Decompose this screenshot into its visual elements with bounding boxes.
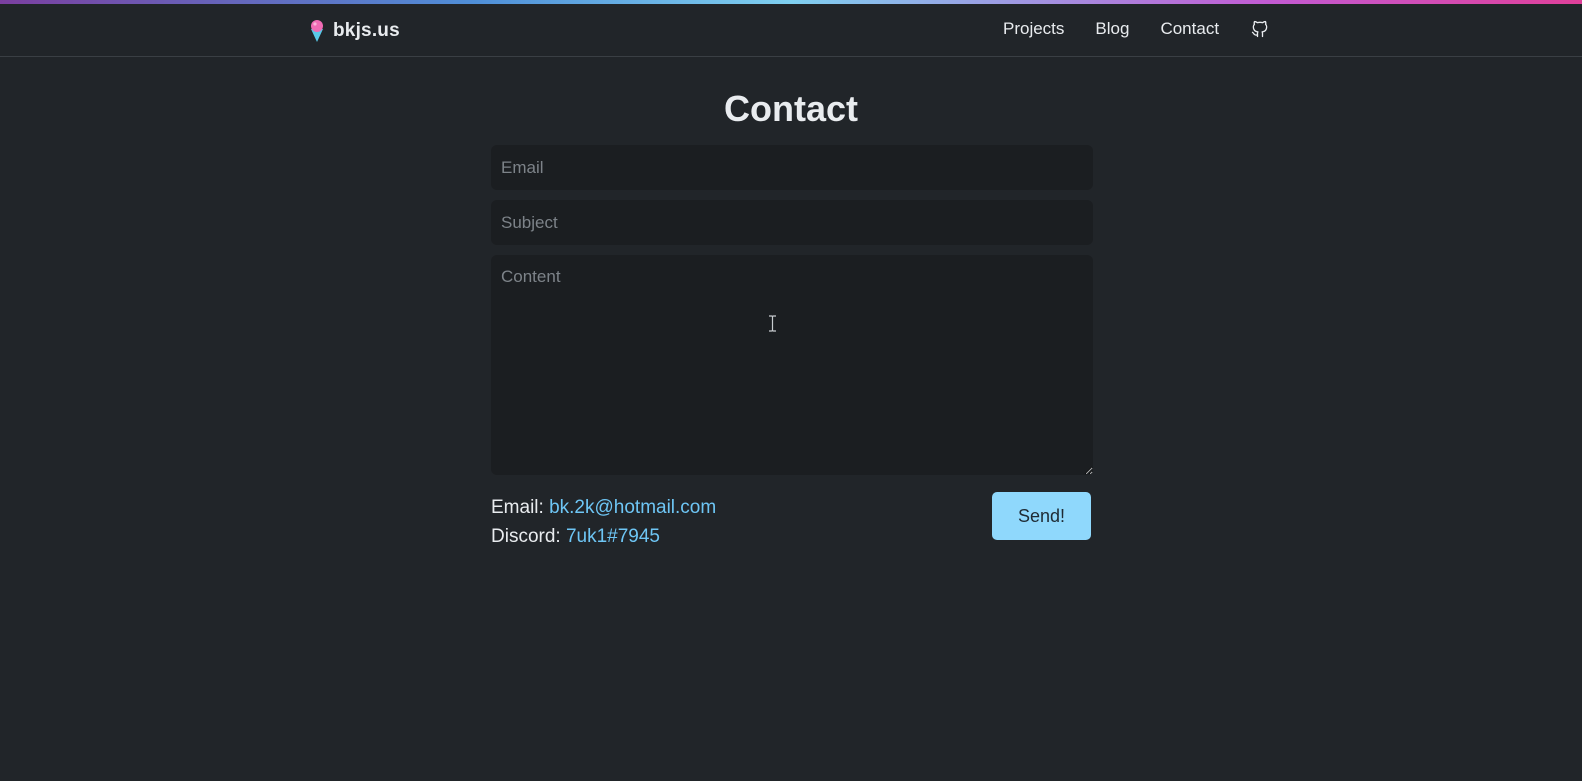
shaved-ice-icon	[311, 20, 323, 42]
send-button[interactable]: Send!	[992, 492, 1091, 540]
nav-links: Projects Blog Contact	[1003, 19, 1270, 39]
contact-info: Email: bk.2k@hotmail.com Discord: 7uk1#7…	[491, 493, 716, 551]
nav-link-blog[interactable]: Blog	[1095, 19, 1129, 39]
page-title: Contact	[724, 88, 858, 129]
discord-info-link[interactable]: 7uk1#7945	[566, 526, 660, 547]
brand-name: bkjs.us	[333, 20, 400, 41]
github-icon[interactable]	[1250, 19, 1270, 39]
brand-link[interactable]: bkjs.us	[309, 18, 400, 44]
subject-field[interactable]	[491, 200, 1093, 245]
content-textarea[interactable]	[491, 255, 1093, 475]
email-field[interactable]	[491, 145, 1093, 190]
email-info-link[interactable]: bk.2k@hotmail.com	[549, 497, 716, 518]
email-info-line: Email: bk.2k@hotmail.com	[491, 493, 716, 522]
text-cursor-icon	[769, 315, 776, 332]
nav-link-contact[interactable]: Contact	[1160, 19, 1219, 39]
discord-info-line: Discord: 7uk1#7945	[491, 522, 716, 551]
discord-info-label: Discord:	[491, 526, 566, 547]
nav-link-projects[interactable]: Projects	[1003, 19, 1064, 39]
email-info-label: Email:	[491, 497, 550, 518]
navbar: bkjs.us Projects Blog Contact	[0, 4, 1582, 57]
